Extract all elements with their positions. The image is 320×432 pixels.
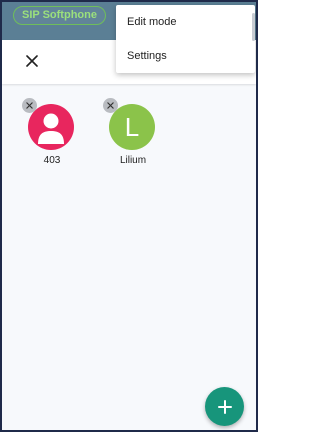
contact-tile[interactable]: 403 bbox=[22, 98, 82, 178]
remove-contact-button[interactable] bbox=[103, 98, 118, 113]
close-button[interactable] bbox=[22, 51, 42, 71]
menu-item-edit-mode[interactable]: Edit mode bbox=[116, 5, 255, 39]
remove-contact-button[interactable] bbox=[22, 98, 37, 113]
close-icon bbox=[26, 102, 33, 109]
favorites-grid: 403 L Lilium bbox=[2, 98, 256, 188]
avatar: L bbox=[109, 104, 155, 150]
add-contact-button[interactable] bbox=[205, 387, 244, 426]
person-icon bbox=[38, 113, 64, 144]
close-icon bbox=[26, 55, 38, 67]
close-icon bbox=[107, 102, 114, 109]
menu-item-settings[interactable]: Settings bbox=[116, 39, 255, 73]
app-badge: SIP Softphone bbox=[13, 6, 106, 25]
scrollbar bbox=[252, 13, 255, 41]
overflow-menu: Edit mode Settings bbox=[116, 5, 255, 73]
contact-name: Lilium bbox=[119, 155, 147, 166]
app-frame: SIP Softphone 403 L Lilium Edit mode Set… bbox=[0, 0, 258, 432]
avatar bbox=[28, 104, 74, 150]
plus-icon bbox=[217, 399, 232, 414]
contact-tile[interactable]: L Lilium bbox=[103, 98, 163, 178]
avatar-initial: L bbox=[124, 111, 140, 142]
contact-name: 403 bbox=[43, 155, 61, 166]
